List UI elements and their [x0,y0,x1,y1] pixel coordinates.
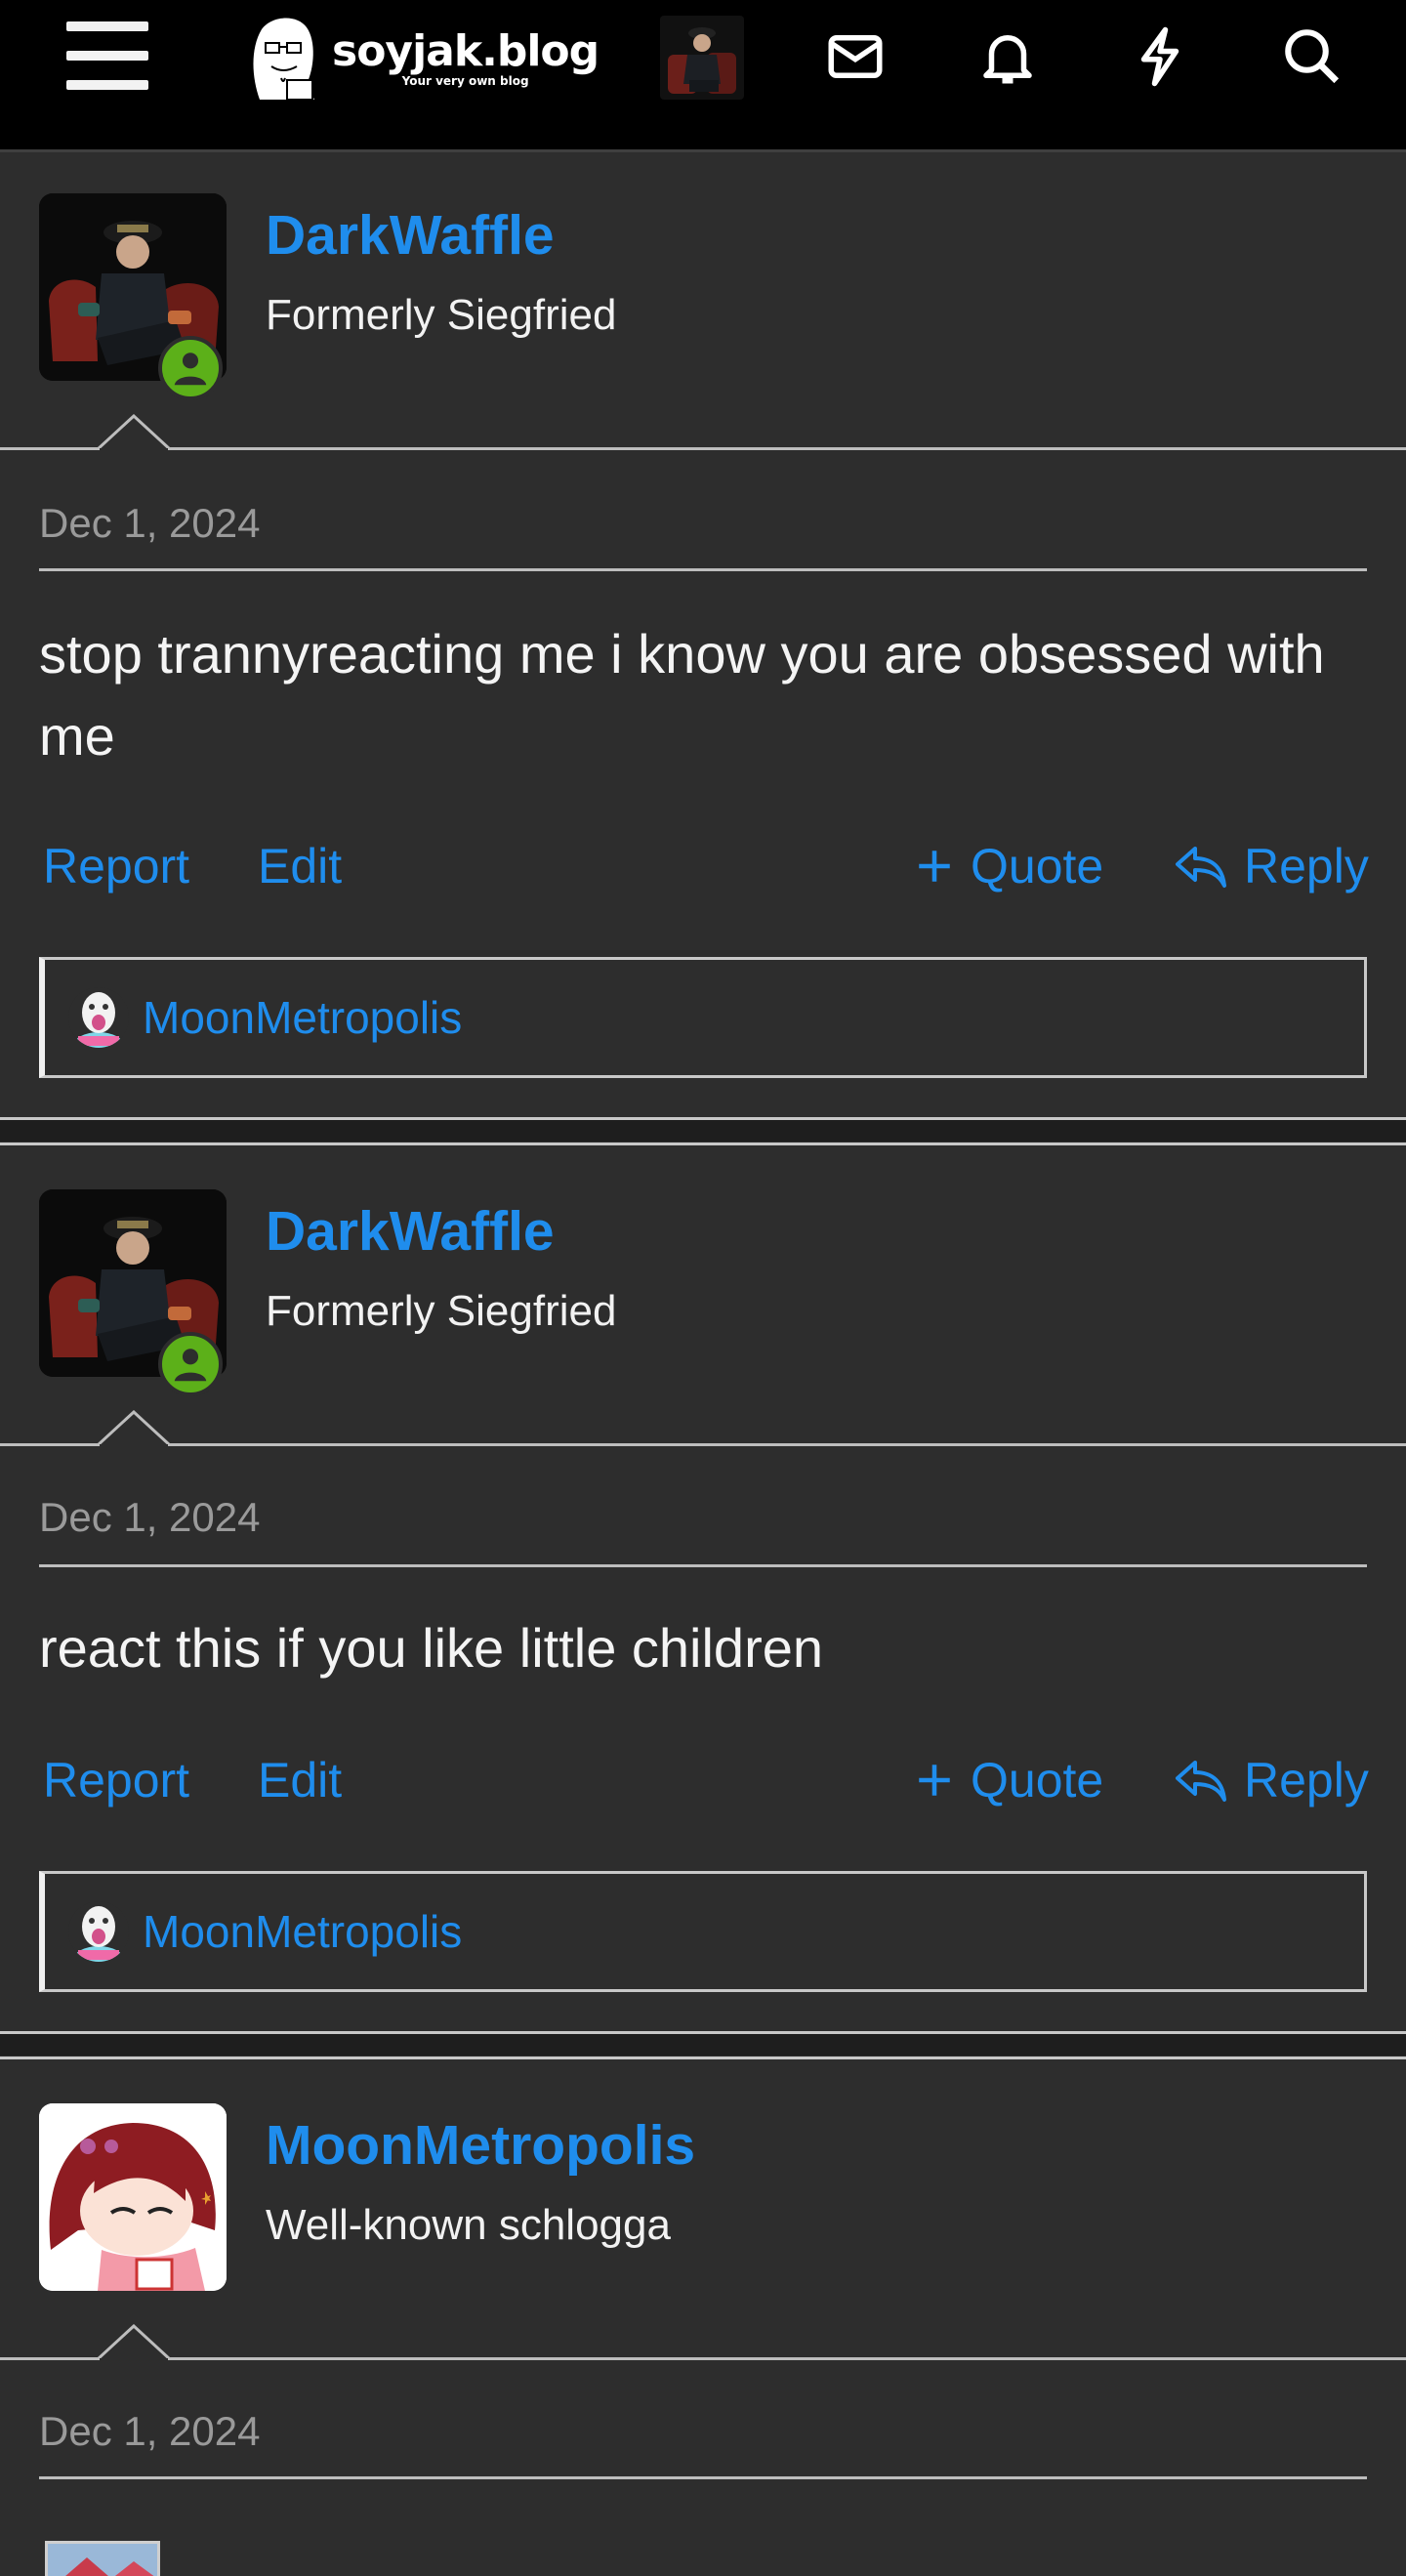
message-arrow [98,1410,170,1447]
site-tagline: Your very own blog [401,73,529,88]
post-date[interactable]: Dec 1, 2024 [39,2408,261,2455]
site-logo[interactable]: soyjak.blog Your very own blog [242,8,600,105]
online-status-icon [158,336,223,400]
divider [0,447,1406,450]
bolt-icon[interactable] [1121,18,1199,96]
divider [39,568,1367,571]
post-author-title: Well-known schlogga [266,2201,671,2249]
edit-button[interactable]: Edit [258,1752,342,1808]
divider [39,1564,1367,1567]
post-body: stop trannyreacting me i know you are ob… [39,623,1325,767]
reaction-icon [68,1901,129,1962]
site-name: soyjak.blog [332,25,600,76]
message-arrow [98,414,170,451]
post-author-avatar[interactable] [39,1189,227,1396]
post-divider [0,1143,1406,1145]
reply-button[interactable]: Reply [1174,1752,1369,1808]
quote-button[interactable]: Quote [914,838,1103,894]
online-status-icon [158,1332,223,1396]
post-image[interactable] [45,2541,160,2576]
reply-label: Reply [1244,1753,1369,1807]
plus-icon [919,851,950,882]
current-user-avatar[interactable] [660,16,744,100]
post-author-name[interactable]: MoonMetropolis [266,2113,695,2178]
reply-button[interactable]: Reply [1174,838,1369,894]
plus-icon [919,1765,950,1796]
post-author-title: Formerly Siegfried [266,291,617,339]
reply-icon [1176,1761,1226,1802]
post-author-avatar[interactable] [39,193,227,400]
reactions-bar[interactable]: MoonMetropolis [39,1871,1367,1992]
report-button[interactable]: Report [43,838,189,894]
quote-label: Quote [971,1753,1104,1807]
reply-label: Reply [1244,839,1369,893]
top-navbar: soyjak.blog Your very own blog [0,0,1406,152]
envelope-icon[interactable] [816,18,894,96]
bell-icon[interactable] [969,18,1047,96]
soyjak-logo-icon [253,18,314,101]
quote-button[interactable]: Quote [914,1752,1103,1808]
message-arrow [98,2324,170,2361]
divider [0,2357,1406,2360]
quote-label: Quote [971,839,1104,893]
reaction-username[interactable]: MoonMetropolis [143,1905,462,1958]
divider [0,1443,1406,1446]
edit-button[interactable]: Edit [258,838,342,894]
post-date[interactable]: Dec 1, 2024 [39,1494,261,1541]
report-button[interactable]: Report [43,1752,189,1808]
post-gap [0,1120,1406,1142]
post-date[interactable]: Dec 1, 2024 [39,500,261,547]
post-author-avatar[interactable] [39,2103,227,2291]
reactions-bar[interactable]: MoonMetropolis [39,957,1367,1078]
post-gap [0,2034,1406,2056]
reaction-username[interactable]: MoonMetropolis [143,991,462,1044]
menu-icon[interactable] [66,21,148,90]
post-author-name[interactable]: DarkWaffle [266,1199,555,1264]
reaction-icon [68,987,129,1048]
post-author-name[interactable]: DarkWaffle [266,203,555,268]
divider [39,2476,1367,2479]
reply-icon [1176,847,1226,888]
post-author-title: Formerly Siegfried [266,1287,617,1335]
post-divider [0,2057,1406,2059]
post-body: react this if you like little children [39,1617,824,1679]
search-icon[interactable] [1273,18,1351,96]
